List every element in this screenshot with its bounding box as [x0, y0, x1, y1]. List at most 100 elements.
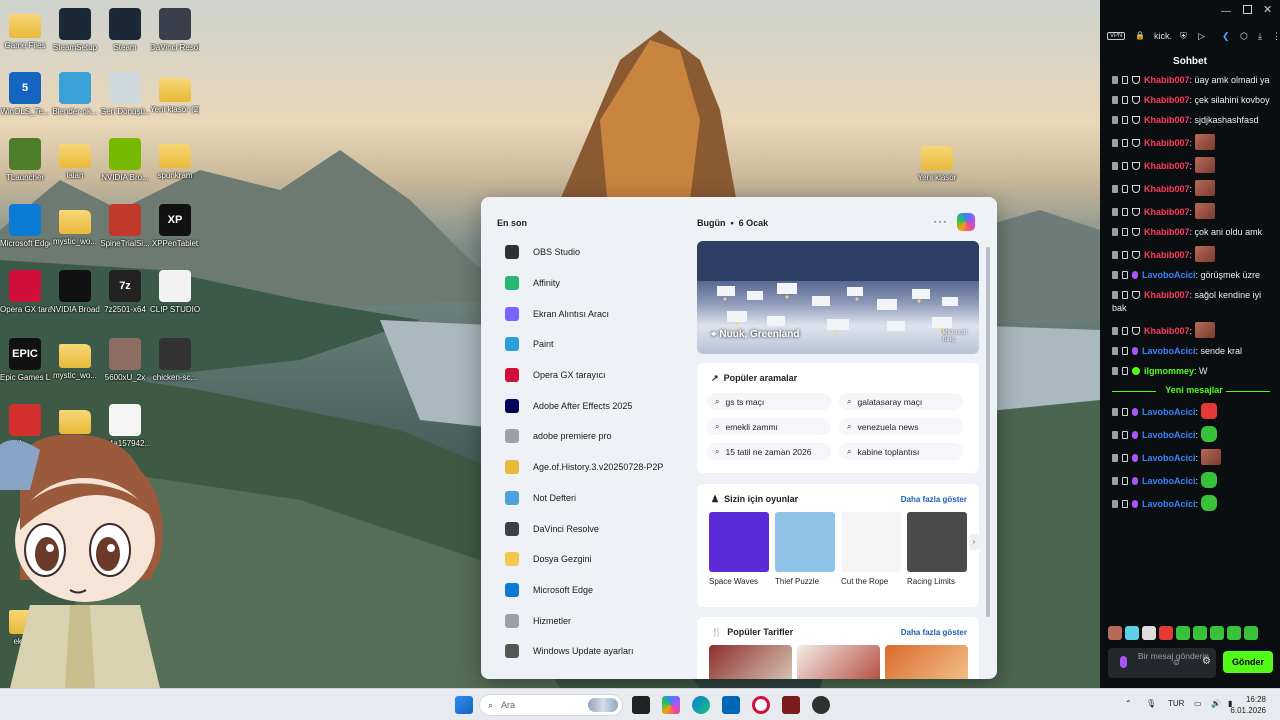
chat-username[interactable]: Khabib007 [1144, 290, 1190, 300]
popular-search-chip[interactable]: ⌕ kabine toplantısı [839, 443, 963, 460]
chat-message[interactable]: Khabib007: [1112, 246, 1276, 262]
chat-username[interactable]: Khabib007 [1144, 75, 1190, 85]
recent-app-item[interactable]: Age.of.History.3.v20250728-P2P [497, 452, 687, 483]
emote-icon[interactable] [1142, 626, 1156, 640]
desktop-icon[interactable]: EPIC Epic Games Launcher [0, 338, 50, 383]
recent-app-item[interactable]: Dosya Gezgini [497, 544, 687, 575]
chat-message[interactable]: Khabib007: üay amk olmadi ya [1112, 74, 1276, 87]
tray-chevron-icon[interactable]: ⌃ [1125, 699, 1132, 708]
chat-username[interactable]: Khabib007 [1144, 138, 1190, 148]
chat-username[interactable]: LavoboAcici [1142, 430, 1196, 440]
more-options-icon[interactable]: ··· [933, 214, 948, 228]
chat-message[interactable]: Khabib007: çek silahini kovboy [1112, 94, 1276, 107]
recent-app-item[interactable]: Ekran Alıntısı Aracı [497, 298, 687, 329]
desktop-icon[interactable]: chicken-sc... [150, 338, 200, 383]
emote-icon[interactable] [1159, 626, 1173, 640]
opera-gx-taskbar-icon[interactable] [752, 696, 770, 714]
chat-username[interactable]: LavoboAcici [1142, 453, 1196, 463]
desktop-icon[interactable]: 5600xU_2x [100, 338, 150, 383]
emote-icon[interactable] [1227, 626, 1241, 640]
emote-icon[interactable] [1176, 626, 1190, 640]
desktop-icon[interactable]: CLIP STUDIO [150, 270, 200, 315]
chat-message[interactable]: Khabib007: [1112, 203, 1276, 219]
recent-app-item[interactable]: Adobe After Effects 2025 [497, 390, 687, 421]
popular-search-chip[interactable]: ⌕ venezuela news [839, 418, 963, 435]
emote-icon[interactable] [1210, 626, 1224, 640]
chat-username[interactable]: Khabib007 [1144, 250, 1190, 260]
maximize-icon[interactable] [1243, 5, 1252, 14]
recent-app-item[interactable]: Microsoft Edge [497, 575, 687, 606]
emote-icon[interactable] [1193, 626, 1207, 640]
desktop-icon[interactable]: NVIDIA Broadcast [50, 270, 100, 315]
chat-message[interactable]: LavoboAcici: [1112, 495, 1276, 511]
task-view-icon[interactable] [632, 696, 650, 714]
desktop-icon[interactable]: SteamSetup [50, 8, 100, 53]
desktop-icon[interactable]: Steam [100, 8, 150, 53]
minimize-icon[interactable]: — [1221, 6, 1231, 17]
chat-message[interactable]: LavoboAcici: görüşmek üzre [1112, 269, 1276, 282]
windows-start-icon[interactable] [455, 696, 473, 714]
shield-icon[interactable]: ⛨ [1180, 31, 1187, 42]
copilot-taskbar-icon[interactable] [662, 696, 680, 714]
chat-message[interactable]: Khabib007: [1112, 180, 1276, 196]
desktop-icon[interactable]: SpineTrialSi... [100, 204, 150, 249]
emote-icon[interactable] [1244, 626, 1258, 640]
recent-app-item[interactable]: adobe premiere pro [497, 421, 687, 452]
chat-message[interactable]: Khabib007: sjdjkashashfasd [1112, 114, 1276, 127]
taskbar-clock[interactable]: 16:28 6.01.2026 [1230, 694, 1266, 716]
desktop-icon[interactable]: NVIDIA Bro... [100, 138, 150, 183]
recent-app-item[interactable]: DaVinci Resolve [497, 513, 687, 544]
desktop-icon[interactable]: Yeni klasör [912, 140, 962, 183]
chat-username[interactable]: LavoboAcici [1142, 407, 1196, 417]
desktop-icon[interactable]: spunkram [150, 138, 200, 181]
chat-username[interactable]: LavoboAcici [1142, 346, 1196, 356]
games-next-arrow-icon[interactable]: › [969, 534, 979, 550]
vpn-badge[interactable]: VPN [1107, 32, 1126, 40]
chat-username[interactable]: LavoboAcici [1142, 499, 1196, 509]
desktop-icon[interactable]: Microsoft Edge [0, 204, 50, 249]
desktop-icon[interactable]: Game Files [0, 8, 50, 51]
chat-message[interactable]: LavoboAcici: [1112, 403, 1276, 419]
share-icon[interactable]: ❮ [1222, 31, 1230, 42]
game-tile[interactable]: Space Waves [709, 512, 769, 586]
desktop-icon[interactable]: TLauncher [0, 138, 50, 183]
chat-username[interactable]: ilgmommey [1144, 366, 1194, 376]
popular-search-chip[interactable]: ⌕ 15 tatil ne zaman 2026 [707, 443, 831, 460]
recent-app-item[interactable]: Affinity [497, 268, 687, 299]
play-icon[interactable]: ▷ [1198, 31, 1205, 42]
recent-app-item[interactable]: Opera GX tarayıcı [497, 360, 687, 391]
store-taskbar-icon[interactable] [722, 696, 740, 714]
chat-message[interactable]: LavoboAcici: [1112, 472, 1276, 488]
download-icon[interactable]: ⤓ [1258, 31, 1262, 42]
game-tile[interactable]: Cut the Rope [841, 512, 901, 586]
chat-message-input[interactable]: Bir mesaj gönderin ☺ [1108, 648, 1216, 678]
chat-message[interactable]: LavoboAcici: sende kral [1112, 345, 1276, 358]
desktop-icon[interactable]: XP XPPenTablet [150, 204, 200, 249]
chat-message[interactable]: LavoboAcici: [1112, 426, 1276, 442]
app-taskbar-icon[interactable] [782, 696, 800, 714]
chat-username[interactable]: Khabib007 [1144, 326, 1190, 336]
chat-message[interactable]: Khabib007: [1112, 157, 1276, 173]
recent-app-item[interactable]: Hizmetler [497, 605, 687, 636]
desktop-icon[interactable]: 5 WinOLS_Te... [0, 72, 50, 117]
chat-username[interactable]: LavoboAcici [1142, 270, 1196, 280]
desktop-icon[interactable]: Geri Dönüşü... [100, 72, 150, 117]
send-button[interactable]: Gönder [1223, 651, 1273, 673]
emote-icon[interactable] [1125, 626, 1139, 640]
games-more-link[interactable]: Daha fazla göster [901, 495, 967, 504]
chat-message[interactable]: LavoboAcici: [1112, 449, 1276, 465]
popular-search-chip[interactable]: ⌕ galatasaray maçı [839, 393, 963, 410]
copilot-icon[interactable] [957, 213, 975, 231]
recipes-more-link[interactable]: Daha fazla göster [901, 628, 967, 637]
chat-message[interactable]: Khabib007: sağol kendine iyi bak [1112, 289, 1276, 315]
chat-username[interactable]: Khabib007 [1144, 95, 1190, 105]
volume-icon[interactable]: 🔊 [1211, 699, 1221, 708]
close-icon[interactable]: ✕ [1263, 3, 1272, 16]
chat-username[interactable]: Khabib007 [1144, 227, 1190, 237]
edge-taskbar-icon[interactable] [692, 696, 710, 714]
network-icon[interactable]: ▭ [1194, 699, 1202, 708]
recent-app-item[interactable]: Not Defteri [497, 483, 687, 514]
desktop-icon[interactable]: mystic_wo... [50, 204, 100, 247]
chat-username[interactable]: Khabib007 [1144, 161, 1190, 171]
desktop-icon[interactable]: lalan [50, 138, 100, 181]
